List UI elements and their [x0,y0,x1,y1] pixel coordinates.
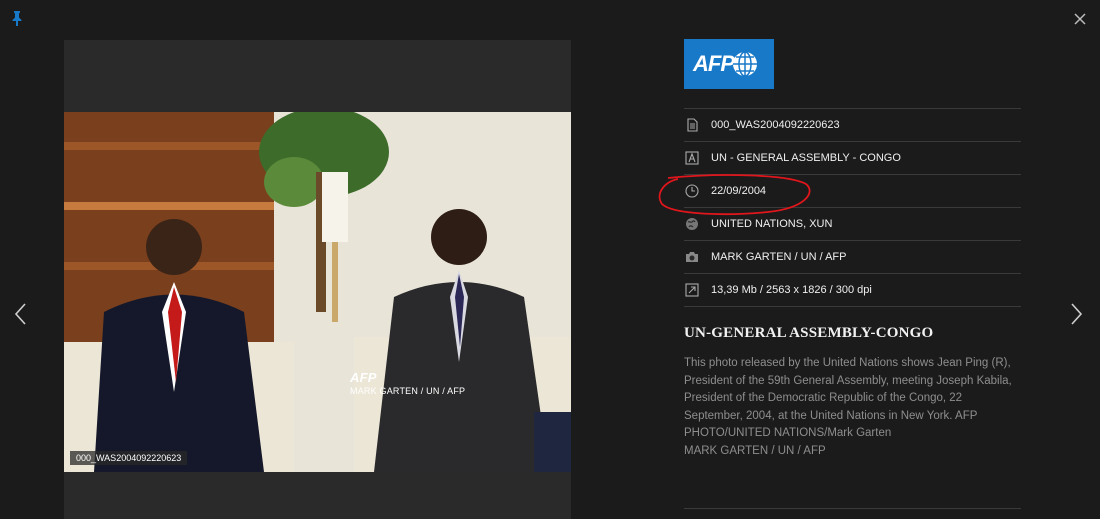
watermark-logo: AFP [350,370,377,385]
pin-icon[interactable] [10,10,24,26]
globe-logo-icon [733,51,757,77]
afp-logo-text: AFP [693,51,735,76]
photo-title: UN-GENERAL ASSEMBLY-CONGO [684,325,934,341]
photo-id-tag: 000_WAS2004092220623 [70,451,188,465]
meta-id-text: 000_WAS2004092220623 [711,119,840,131]
meta-filesize-text: 13,39 Mb / 2563 x 1826 / 300 dpi [711,284,872,296]
afp-logo: AFP [684,39,774,89]
meta-photographer-text: MARK GARTEN / UN / AFP [711,251,847,263]
document-icon [687,118,698,132]
meta-row-headline: UN - GENERAL ASSEMBLY - CONGO [684,141,1021,174]
next-arrow-icon[interactable] [1070,302,1084,326]
meta-location-text: UNITED NATIONS, XUN [711,218,833,230]
resize-icon [685,283,699,297]
meta-headline-text: UN - GENERAL ASSEMBLY - CONGO [711,152,901,164]
previous-arrow-icon[interactable] [13,302,27,326]
watermark-credit: MARK GARTEN / UN / AFP [350,386,466,396]
red-circle-annotation [658,174,811,216]
letter-a-icon [685,151,699,165]
meta-row-filesize: 13,39 Mb / 2563 x 1826 / 300 dpi [684,273,1021,306]
caption-credit: MARK GARTEN / UN / AFP [684,444,826,457]
photo-caption: This photo released by the United Nation… [684,355,1022,460]
meta-row-id: 000_WAS2004092220623 [684,108,1021,141]
camera-icon [686,252,698,262]
news-photo[interactable]: AFP MARK GARTEN / UN / AFP 000_WAS200409… [64,112,571,472]
close-icon[interactable] [1072,11,1088,27]
photo-frame: AFP MARK GARTEN / UN / AFP 000_WAS200409… [64,40,571,519]
globe-icon [686,218,698,230]
caption-text: This photo released by the United Nation… [684,357,1012,439]
bottom-divider [684,508,1021,509]
meta-row-photographer: MARK GARTEN / UN / AFP [684,240,1021,273]
photo-watermark: AFP MARK GARTEN / UN / AFP [350,370,465,396]
